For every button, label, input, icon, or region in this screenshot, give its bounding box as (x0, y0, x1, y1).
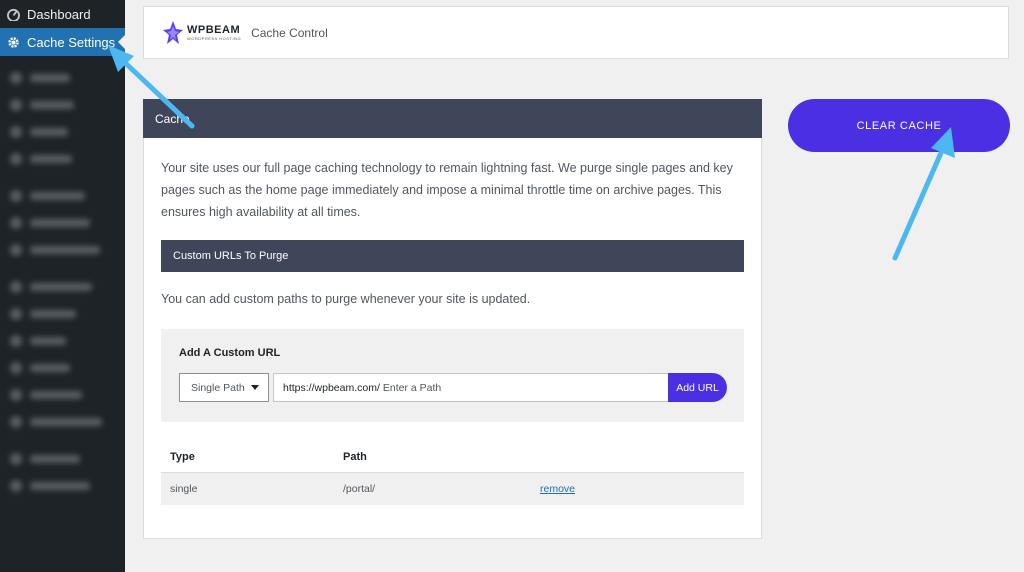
caret-down-icon (251, 385, 259, 390)
select-value: Single Path (191, 381, 245, 394)
url-prefix: https://wpbeam.com/ (283, 381, 380, 394)
add-custom-url-form: Add A Custom URL Single Path https://wpb… (161, 329, 744, 422)
logo-mark-icon (163, 20, 183, 44)
wpbeam-logo: WPBEAM WORDPRESS HOSTING (162, 20, 241, 46)
logo-wordmark: WPBEAM (187, 23, 241, 36)
sidebar-item-label: Dashboard (27, 6, 91, 22)
dashboard-icon (6, 7, 20, 21)
custom-urls-heading: Custom URLs To Purge (161, 240, 744, 272)
column-header-type: Type (170, 451, 195, 463)
table-row: single /portal/ remove (161, 473, 744, 505)
clear-cache-button[interactable]: CLEAR CACHE (788, 99, 1010, 152)
sidebar-item-label: Cache Settings (27, 34, 116, 50)
custom-urls-description: You can add custom paths to purge whenev… (161, 292, 531, 306)
table-header: Type Path (161, 442, 744, 473)
url-field[interactable]: https://wpbeam.com/ (273, 373, 669, 402)
cache-panel: Cache Your site uses our full page cachi… (143, 99, 762, 539)
sidebar-item-dashboard[interactable]: Dashboard (0, 0, 125, 28)
blurred-menu-items (0, 64, 125, 499)
add-url-title: Add A Custom URL (179, 347, 281, 359)
add-url-button[interactable]: Add URL (668, 373, 727, 402)
admin-sidebar: Dashboard Cache Settings (0, 0, 125, 572)
custom-urls-table: Type Path single /portal/ remove (161, 442, 744, 505)
path-input[interactable] (379, 381, 663, 394)
remove-link[interactable]: remove (540, 483, 575, 495)
column-header-path: Path (343, 451, 367, 463)
cell-type: single (170, 483, 198, 495)
intro-text: Your site uses our full page caching tec… (161, 161, 733, 219)
sidebar-item-cache-settings[interactable]: Cache Settings (0, 28, 125, 56)
panel-heading: Cache (143, 99, 762, 138)
logo-tagline: WORDPRESS HOSTING (187, 35, 242, 41)
page-title: Cache Control (251, 25, 328, 40)
header-bar: WPBEAM WORDPRESS HOSTING Cache Control (143, 6, 1009, 59)
gear-icon (6, 35, 20, 49)
path-type-select[interactable]: Single Path (179, 373, 269, 402)
cell-path: /portal/ (343, 483, 376, 495)
